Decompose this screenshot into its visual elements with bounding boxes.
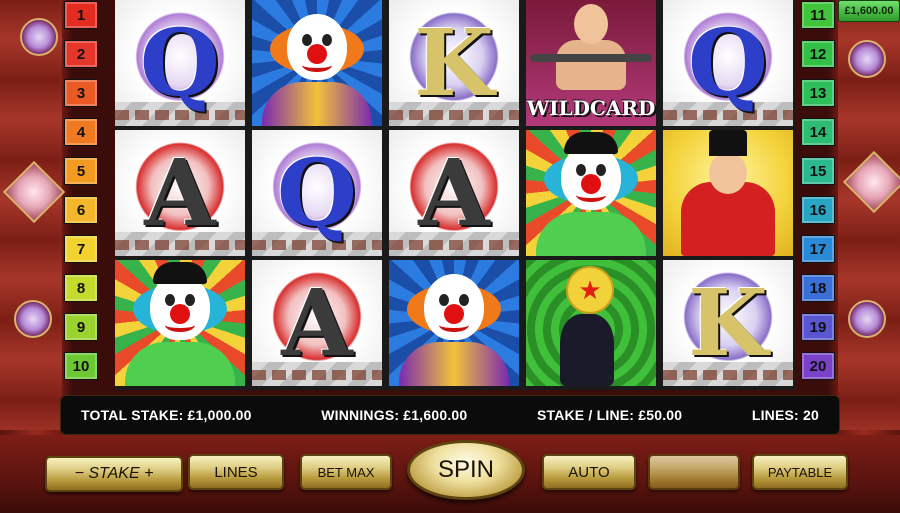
- seal-icon: [560, 314, 614, 386]
- payline-right_lines-2: 13: [801, 79, 835, 107]
- bowler-hat-icon: [153, 262, 207, 284]
- letter-symbol-a: A: [144, 139, 216, 247]
- letter-symbol-k: K: [414, 9, 494, 117]
- clown-mouth: [439, 318, 469, 332]
- ornament-circle-icon: [14, 300, 52, 338]
- payline-left_lines-6: 7: [64, 235, 98, 263]
- reel-cell: Q: [252, 130, 382, 256]
- bet-max-button[interactable]: BET MAX: [300, 454, 392, 490]
- spin-button[interactable]: SPIN: [407, 440, 525, 500]
- lines-button[interactable]: LINES: [188, 454, 284, 490]
- wildcard-label: WILDCARD: [526, 96, 656, 120]
- reel-cell: K: [663, 260, 793, 386]
- payline-right_lines-0: 11: [801, 1, 835, 29]
- reel-cell: [115, 260, 245, 386]
- strongman-head: [574, 4, 608, 44]
- reel-cell: A: [389, 130, 519, 256]
- lines-count-label: LINES: 20: [751, 407, 819, 423]
- ornament-diamond-icon: [842, 150, 900, 214]
- clown-eye: [576, 164, 586, 176]
- reel-cell: [526, 130, 656, 256]
- ornament-diamond-icon: [2, 160, 66, 224]
- clown-mouth: [165, 318, 195, 332]
- ornament-circle-icon: [848, 40, 886, 78]
- payline-right_lines-6: 17: [801, 235, 835, 263]
- clown-eye: [596, 164, 606, 176]
- clown-eye: [322, 34, 332, 46]
- bowler-hat-icon: [564, 132, 618, 154]
- letter-symbol-q: Q: [139, 9, 221, 117]
- payline-right_lines-4: 15: [801, 157, 835, 185]
- clown-eye: [185, 294, 195, 306]
- reel-cell: A: [252, 260, 382, 386]
- stake-button[interactable]: − STAKE +: [45, 456, 183, 492]
- reel-cell: A: [115, 130, 245, 256]
- blank-button[interactable]: [648, 454, 740, 490]
- balance-display: £1,600.00: [838, 0, 900, 22]
- winnings-label: WINNINGS: £1,600.00: [321, 407, 468, 423]
- reel-cell: [663, 130, 793, 256]
- reel-cell: K: [389, 0, 519, 126]
- left-ornament-panel: [0, 0, 66, 430]
- payline-left_lines-9: 10: [64, 352, 98, 380]
- letter-symbol-a: A: [418, 139, 490, 247]
- clown-eye: [459, 294, 469, 306]
- right-ornament-panel: [838, 0, 900, 430]
- payline-right_lines-7: 18: [801, 274, 835, 302]
- barbell-icon: [530, 54, 652, 62]
- payline-right_lines-1: 12: [801, 40, 835, 68]
- total-stake-label: TOTAL STAKE: £1,000.00: [81, 407, 252, 423]
- letter-symbol-q: Q: [276, 139, 358, 247]
- reel-cell: [389, 260, 519, 386]
- reel-cell: WILDCARD: [526, 0, 656, 126]
- clown-mouth: [576, 188, 606, 202]
- top-hat-icon: [709, 130, 747, 156]
- ringmaster-head: [709, 152, 747, 194]
- stake-per-line-label: STAKE / LINE: £50.00: [536, 407, 683, 423]
- reel-grid: Q A Q A K A WILDCARD ★ Q K: [115, 0, 795, 390]
- reel-cell: Q: [663, 0, 793, 126]
- letter-symbol-q: Q: [687, 9, 769, 117]
- payline-left_lines-1: 2: [64, 40, 98, 68]
- ornament-circle-icon: [848, 300, 886, 338]
- clown-eye: [302, 34, 312, 46]
- ornament-circle-icon: [20, 18, 58, 56]
- letter-symbol-a: A: [281, 269, 353, 377]
- payline-right_lines-9: 20: [801, 352, 835, 380]
- payline-right_lines-8: 19: [801, 313, 835, 341]
- paytable-button[interactable]: PAYTABLE: [752, 454, 848, 490]
- payline-right_lines-3: 14: [801, 118, 835, 146]
- payline-left_lines-0: 1: [64, 1, 98, 29]
- clown-mouth: [302, 58, 332, 72]
- payline-left_lines-8: 9: [64, 313, 98, 341]
- strongman-body: [556, 40, 626, 90]
- payline-right_lines-5: 16: [801, 196, 835, 224]
- payline-left_lines-3: 4: [64, 118, 98, 146]
- payline-left_lines-5: 6: [64, 196, 98, 224]
- payline-left_lines-7: 8: [64, 274, 98, 302]
- clown-eye: [165, 294, 175, 306]
- auto-button[interactable]: AUTO: [542, 454, 636, 490]
- clown-eye: [439, 294, 449, 306]
- reel-cell: ★: [526, 260, 656, 386]
- star-ball-icon: ★: [566, 266, 614, 314]
- payline-left_lines-4: 5: [64, 157, 98, 185]
- letter-symbol-k: K: [688, 269, 768, 377]
- info-bar: TOTAL STAKE: £1,000.00 WINNINGS: £1,600.…: [60, 395, 840, 435]
- reel-cell: [252, 0, 382, 126]
- payline-left_lines-2: 3: [64, 79, 98, 107]
- reel-cell: Q: [115, 0, 245, 126]
